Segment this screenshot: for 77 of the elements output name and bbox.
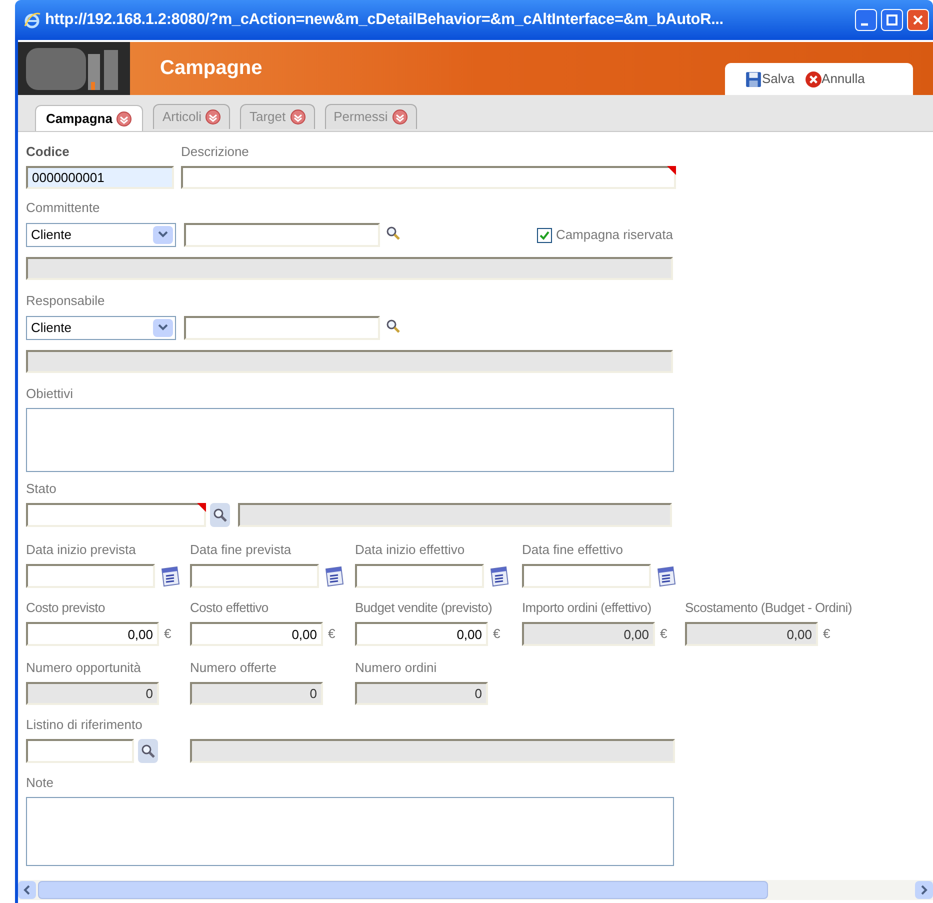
field-label: Numero offerte bbox=[190, 660, 278, 676]
close-button[interactable] bbox=[907, 9, 929, 31]
field-label: Responsabile bbox=[26, 293, 106, 309]
input-field[interactable] bbox=[26, 503, 206, 527]
text-area[interactable] bbox=[26, 408, 674, 472]
check-icon bbox=[538, 230, 550, 240]
input-field[interactable] bbox=[26, 350, 673, 373]
currency-symbol: € bbox=[493, 625, 500, 644]
minimize-icon bbox=[861, 22, 868, 26]
search-icon[interactable] bbox=[386, 226, 400, 240]
input-field[interactable] bbox=[238, 503, 672, 527]
input-field[interactable] bbox=[355, 564, 484, 588]
calendar-icon[interactable] bbox=[489, 565, 509, 587]
field-label: Listino di riferimento bbox=[26, 717, 144, 733]
window-title: http://192.168.1.2:8080/?m_cAction=new&m_cDetailBehavior=&m_cAltInterface=&m_bAutoR... bbox=[45, 10, 724, 30]
input-field[interactable]: 0,00 bbox=[26, 622, 159, 646]
field-label: Note bbox=[26, 775, 54, 791]
input-field[interactable] bbox=[190, 739, 675, 763]
input-field[interactable]: 0,00 bbox=[355, 622, 488, 646]
field-label: Data inizio prevista bbox=[26, 542, 137, 558]
dropdown[interactable]: Cliente bbox=[26, 316, 176, 340]
field-label: Data fine effettivo bbox=[522, 542, 624, 558]
input-field[interactable] bbox=[181, 166, 676, 189]
page-title: Campagne bbox=[160, 56, 262, 81]
input-field[interactable] bbox=[26, 257, 673, 280]
currency-symbol: € bbox=[660, 625, 668, 644]
input-field[interactable] bbox=[26, 739, 134, 763]
chevron-icon bbox=[205, 109, 222, 125]
field-label: Importo ordini (effettivo) bbox=[522, 600, 652, 616]
scroll-thumb[interactable] bbox=[38, 881, 768, 899]
field-label: Data fine prevista bbox=[190, 542, 292, 558]
horizontal-scrollbar[interactable] bbox=[18, 880, 933, 900]
dropdown[interactable]: Cliente bbox=[26, 223, 176, 247]
chevron-icon bbox=[290, 109, 306, 125]
cancel-button[interactable]: Annulla bbox=[804, 69, 865, 89]
text-area[interactable] bbox=[26, 797, 674, 866]
maximize-button[interactable] bbox=[881, 9, 903, 31]
checkbox[interactable]: Campagna riservata bbox=[536, 225, 673, 245]
calendar-icon[interactable] bbox=[656, 565, 676, 587]
field-label: Stato bbox=[26, 481, 58, 497]
currency-symbol: € bbox=[164, 625, 172, 644]
maximize-icon bbox=[886, 14, 898, 26]
save-button[interactable]: Salva bbox=[745, 69, 795, 89]
field-label: Costo effettivo bbox=[190, 600, 270, 616]
input-field[interactable] bbox=[190, 564, 319, 588]
input-field[interactable] bbox=[26, 564, 155, 588]
cancel-icon bbox=[804, 70, 822, 88]
input-field[interactable] bbox=[184, 316, 380, 340]
close-icon bbox=[912, 14, 924, 26]
field-label: Codice bbox=[26, 144, 70, 160]
input-field[interactable] bbox=[522, 564, 651, 588]
minimize-button[interactable] bbox=[855, 9, 877, 31]
calendar-icon[interactable] bbox=[324, 565, 344, 587]
search-button[interactable] bbox=[138, 739, 158, 763]
input-field[interactable] bbox=[184, 223, 380, 247]
field-label: Scostamento (Budget - Ordini) bbox=[685, 600, 853, 616]
input-field[interactable]: 0,00 bbox=[190, 622, 323, 646]
field-label: Numero opportunità bbox=[26, 660, 142, 676]
caret-icon bbox=[153, 319, 173, 337]
field-label: Committente bbox=[26, 200, 101, 216]
currency-symbol: € bbox=[823, 625, 830, 644]
field-label: Costo previsto bbox=[26, 600, 106, 616]
input-field[interactable]: 0000000001 bbox=[26, 166, 174, 189]
calendar-icon[interactable] bbox=[160, 565, 180, 587]
field-label: Descrizione bbox=[181, 144, 250, 160]
currency-symbol: € bbox=[328, 625, 336, 644]
caret-icon bbox=[153, 226, 173, 244]
field-label: Obiettivi bbox=[26, 386, 74, 402]
chevron-icon bbox=[392, 109, 408, 125]
tab[interactable]: Campagna bbox=[35, 105, 144, 131]
chevron-icon bbox=[116, 110, 132, 126]
browser-icon bbox=[23, 11, 41, 29]
field-label: Numero ordini bbox=[355, 660, 438, 676]
field-label: Budget vendite (previsto) bbox=[355, 600, 494, 616]
search-icon[interactable] bbox=[386, 319, 400, 333]
field-label: Data inizio effettivo bbox=[355, 542, 466, 558]
search-button[interactable] bbox=[210, 503, 230, 527]
